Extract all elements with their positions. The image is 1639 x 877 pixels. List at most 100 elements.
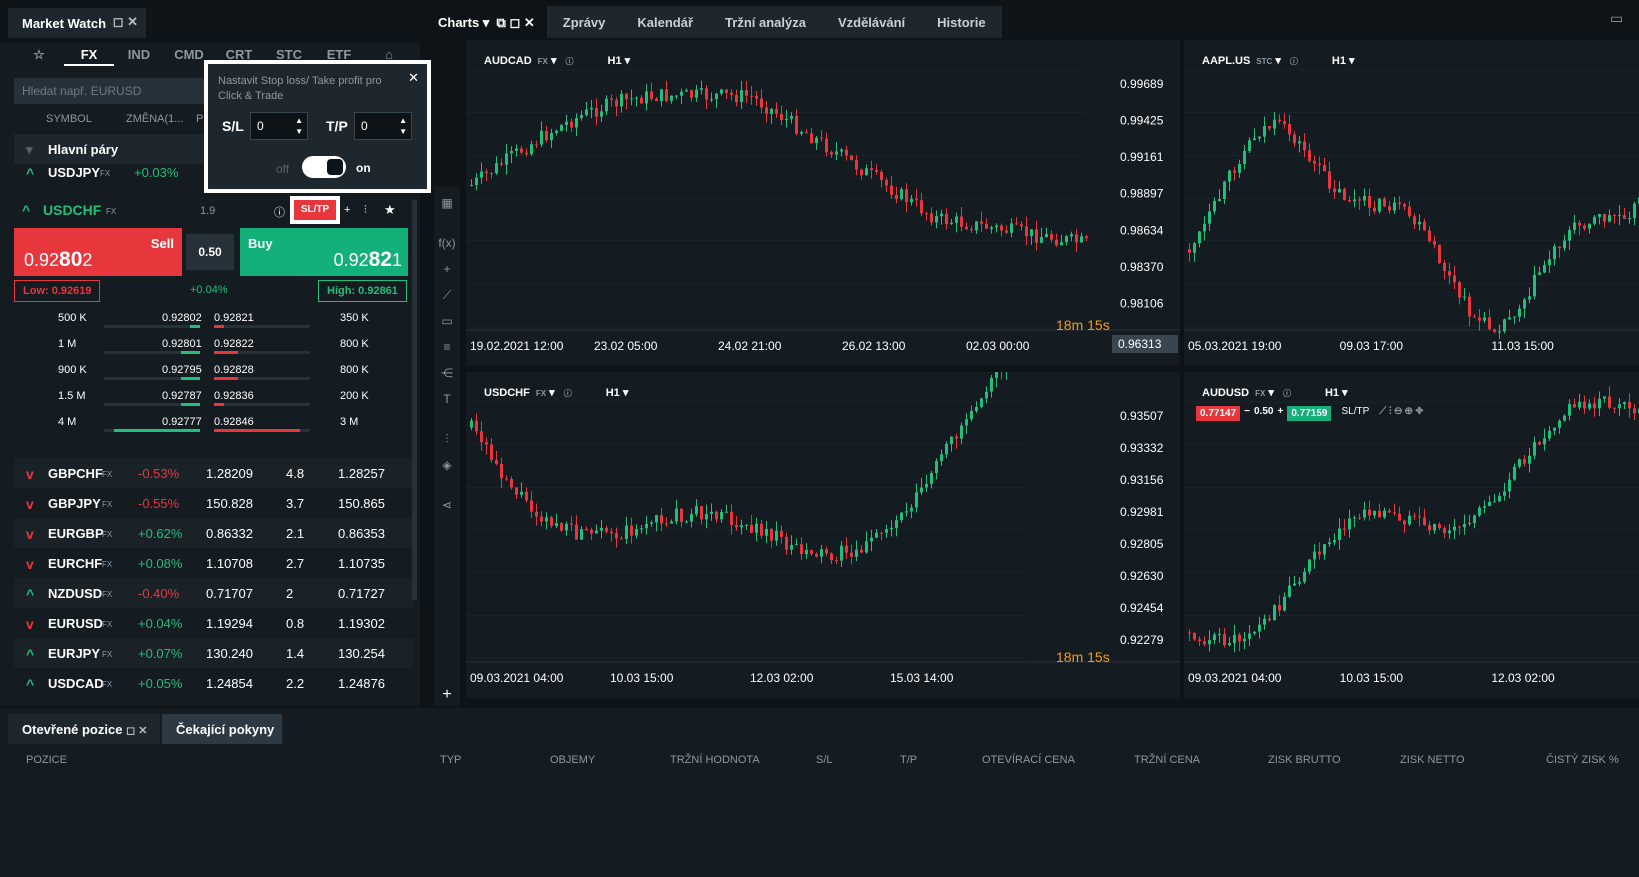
candle: [920, 477, 923, 496]
line-icon[interactable]: ⟋: [438, 288, 456, 306]
column-header[interactable]: ZISK BRUTTO: [1268, 754, 1341, 766]
column-header[interactable]: OBJEMY: [550, 754, 595, 766]
candle: [1348, 195, 1351, 203]
chart-panel-audcad[interactable]: AUDCAD FX ▾ ⓘ H1 ▾ 0.99689 0.99425 0.99161 0.…: [466, 40, 1180, 366]
star-icon[interactable]: ★: [384, 202, 396, 218]
column-header[interactable]: S/L: [816, 754, 833, 766]
table-row[interactable]: ^ EURJPY FX +0.07% 130.240 1.4 130.254: [14, 638, 414, 668]
table-row[interactable]: v EURGBP FX +0.62% 0.86332 2.1 0.86353: [14, 518, 414, 548]
symbol-search-input[interactable]: Hledat např. EURUSD: [14, 78, 204, 104]
fibonacci-icon[interactable]: ≡: [438, 340, 456, 358]
tp-input[interactable]: 0 ▲ ▼: [354, 112, 412, 140]
candlestick-chart[interactable]: 05.03.2021 19:00 09.03 17:00 11.03 15:00: [1184, 40, 1639, 366]
column-header[interactable]: TYP: [440, 754, 461, 766]
chart-icon[interactable]: ⫶: [364, 204, 367, 217]
quick-sltp[interactable]: SL/TP: [1341, 406, 1369, 421]
table-row[interactable]: v GBPCHF FX -0.53% 1.28209 4.8 1.28257: [14, 458, 414, 488]
lot-size-input[interactable]: 0.50: [186, 234, 234, 270]
pitchfork-icon[interactable]: ⋲: [438, 366, 456, 384]
chart-panel-audusd[interactable]: AUDUSD FX ▾ ⓘ H1 ▾ 09.03.2021 04:00 10.03 1…: [1184, 372, 1639, 698]
candle: [705, 84, 708, 110]
column-header[interactable]: ČISTÝ ZISK %: [1546, 754, 1619, 766]
candle: [595, 98, 598, 126]
market-watch-tab[interactable]: Market Watch ◻ ✕: [8, 8, 146, 38]
candle: [1000, 223, 1003, 237]
quick-lot[interactable]: 0.50: [1254, 406, 1273, 421]
tab-favorites[interactable]: ☆: [14, 44, 64, 66]
column-header[interactable]: POZICE: [26, 754, 67, 766]
col-symbol-header[interactable]: SYMBOL: [46, 113, 92, 125]
candle: [670, 519, 673, 524]
share-icon[interactable]: ⋖: [438, 498, 456, 516]
chart-panel-usdchf[interactable]: USDCHF FX ▾ ⓘ H1 ▾ 0.93507 0.93332 0.93156 0.…: [466, 372, 1180, 698]
table-row[interactable]: ^ NZDUSD FX -0.40% 0.71707 2 0.71727: [14, 578, 414, 608]
depth-ask-volume: 800 K: [340, 338, 369, 350]
tab-ind[interactable]: IND: [114, 44, 164, 66]
candle: [1208, 203, 1211, 231]
candle: [1333, 533, 1336, 546]
candle: [1388, 508, 1391, 514]
row-symbol: EURJPY: [48, 646, 101, 661]
layers-icon[interactable]: ◈: [438, 458, 456, 476]
candle: [835, 556, 838, 565]
tab-news[interactable]: Zprávy: [547, 6, 622, 38]
candle: [815, 135, 818, 150]
tab-history[interactable]: Historie: [921, 6, 1001, 38]
quick-buy-button[interactable]: 0.77159: [1287, 406, 1332, 421]
crosshair-icon[interactable]: +: [438, 262, 456, 280]
window-close-icon[interactable]: ◻ ✕: [113, 14, 138, 30]
tab-open-positions[interactable]: Otevřené pozice ◻ ✕: [8, 714, 160, 744]
stepper-icon[interactable]: ▲ ▼: [295, 115, 303, 137]
column-header[interactable]: TRŽNÍ CENA: [1134, 754, 1200, 766]
sltp-button[interactable]: SL/TP: [290, 196, 340, 224]
chart-tools-icon[interactable]: ⟋ ⫶ ⊖ ⊕ ✥: [1379, 406, 1423, 421]
sl-input[interactable]: 0 ▲ ▼: [250, 112, 308, 140]
close-icon[interactable]: ✕: [408, 70, 419, 86]
candle: [1268, 614, 1271, 622]
col-extra-header[interactable]: P: [196, 113, 203, 125]
candle: [925, 474, 928, 493]
layout-icon[interactable]: ▭: [1610, 10, 1623, 27]
rectangle-icon[interactable]: ▭: [438, 314, 456, 332]
candles-icon[interactable]: ⫶: [438, 432, 456, 450]
y-tick-label: 0.99689: [1120, 77, 1164, 91]
function-icon[interactable]: f(x): [438, 236, 456, 254]
tab-charts[interactable]: Charts ▾ ⧉ ◻ ✕: [432, 6, 547, 38]
stepper-icon[interactable]: ▲ ▼: [399, 115, 407, 137]
column-header[interactable]: TRŽNÍ HODNOTA: [670, 754, 760, 766]
table-row[interactable]: v EURUSD FX +0.04% 1.19294 0.8 1.19302: [14, 608, 414, 638]
sell-button[interactable]: Sell 0.92802: [14, 228, 182, 276]
candle: [1198, 636, 1201, 646]
candle: [700, 506, 703, 525]
tab-fx[interactable]: FX: [64, 44, 114, 66]
buy-button[interactable]: Buy 0.92821: [240, 228, 408, 276]
info-icon[interactable]: ⓘ: [274, 204, 285, 220]
plus-icon[interactable]: +: [344, 204, 350, 216]
list-scrollbar[interactable]: [412, 200, 417, 600]
col-change-header[interactable]: ZMĚNA(1...: [126, 113, 183, 125]
tab-education[interactable]: Vzdělávání: [822, 6, 921, 38]
grid-icon[interactable]: ▦: [438, 196, 456, 214]
column-header[interactable]: ZISK NETTO: [1400, 754, 1465, 766]
click-trade-toggle[interactable]: [302, 156, 346, 178]
column-header[interactable]: OTEVÍRACÍ CENA: [982, 754, 1075, 766]
candle: [660, 507, 663, 531]
text-icon[interactable]: T: [438, 392, 456, 410]
table-row[interactable]: v EURCHF FX +0.08% 1.10708 2.7 1.10735: [14, 548, 414, 578]
row-symbol: EURCHF: [48, 556, 103, 571]
column-header[interactable]: T/P: [900, 754, 917, 766]
add-chart-icon[interactable]: +: [438, 686, 456, 704]
quick-sell-button[interactable]: 0.77147: [1196, 406, 1241, 421]
candle: [1533, 436, 1536, 460]
table-row[interactable]: ^ USDCAD FX +0.05% 1.24854 2.2 1.24876: [14, 668, 414, 698]
candle: [1443, 525, 1446, 539]
tab-pending-orders[interactable]: Čekající pokyny: [162, 714, 282, 744]
plus-icon[interactable]: +: [1277, 406, 1283, 421]
candle: [510, 476, 513, 490]
minus-icon[interactable]: −: [1244, 406, 1250, 421]
tab-calendar[interactable]: Kalendář: [621, 6, 709, 38]
candle: [900, 187, 903, 201]
table-row[interactable]: v GBPJPY FX -0.55% 150.828 3.7 150.865: [14, 488, 414, 518]
chart-panel-aapl[interactable]: AAPL.US STC ▾ ⓘ H1 ▾ 05.03.2021 19:00 09.03…: [1184, 40, 1639, 366]
tab-analysis[interactable]: Tržní analýza: [709, 6, 822, 38]
